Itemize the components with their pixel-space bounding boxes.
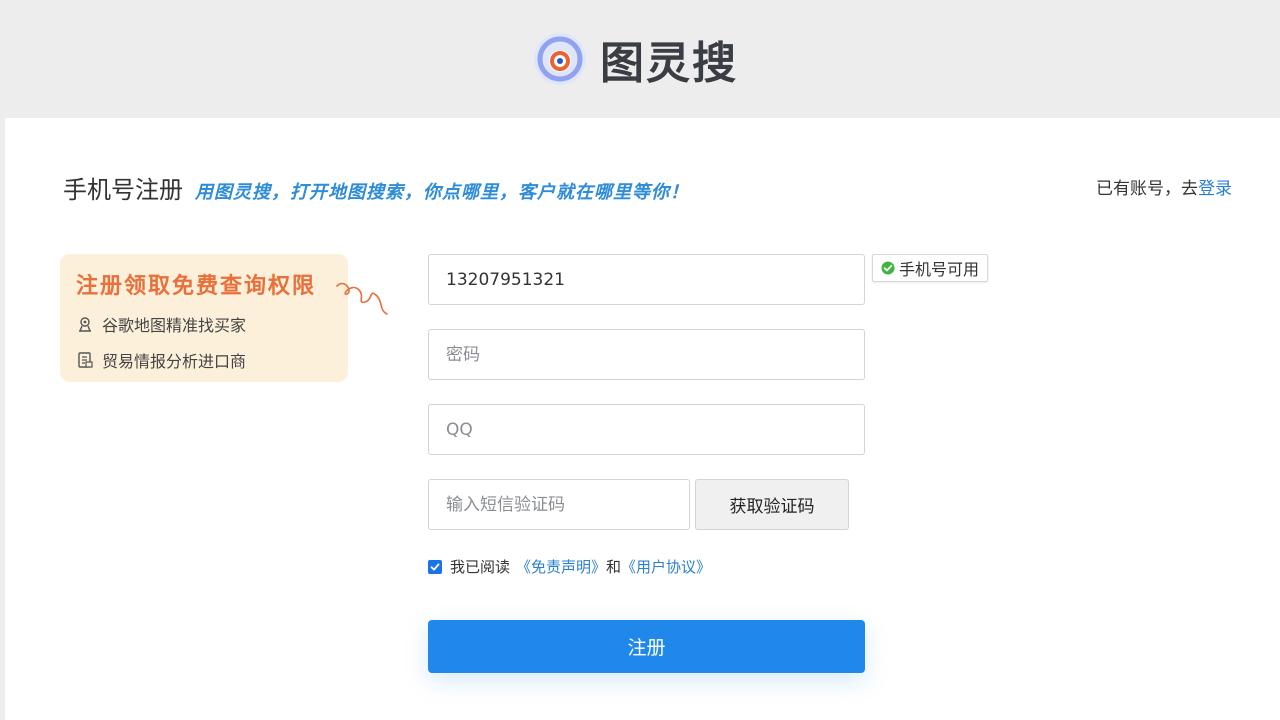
promo-item-label: 贸易情报分析进口商 [102, 352, 247, 371]
page-title: 手机号注册 [63, 176, 183, 204]
check-icon [430, 563, 440, 570]
qq-input[interactable] [428, 404, 865, 455]
login-link[interactable]: 登录 [1198, 179, 1232, 199]
document-icon [78, 352, 93, 368]
agreement-row: 我已阅读 《免责声明》 和 《用户协议》 [428, 556, 711, 577]
agreement-joiner: 和 [606, 558, 622, 576]
agreement-checkbox[interactable] [428, 559, 442, 574]
title-row: 手机号注册 用图灵搜，打开地图搜索，你点哪里，客户就在哪里等你！ [63, 170, 689, 205]
logo[interactable]: 图灵搜 [532, 27, 738, 91]
logo-text: 图灵搜 [600, 38, 738, 89]
check-circle-icon [881, 261, 895, 275]
user-agreement-link[interactable]: 《用户协议》 [621, 556, 711, 577]
phone-status-badge: 手机号可用 [872, 254, 989, 282]
get-sms-code-button[interactable]: 获取验证码 [695, 479, 849, 530]
agreement-prefix: 我已阅读 [450, 558, 511, 576]
header: 图灵搜 [0, 0, 1280, 118]
password-input[interactable] [428, 329, 865, 380]
map-pin-icon [79, 317, 91, 332]
login-hint: 已有账号，去登录 [1096, 174, 1232, 199]
disclaimer-link[interactable]: 《免责声明》 [516, 556, 606, 577]
promo-item: 谷歌地图精准找买家 [76, 312, 348, 336]
promo-item: 贸易情报分析进口商 [76, 348, 348, 372]
promo-title: 注册领取免费查询权限 [76, 273, 317, 299]
register-button[interactable]: 注册 [428, 620, 865, 673]
login-hint-prefix: 已有账号，去 [1096, 179, 1198, 199]
promo-item-label: 谷歌地图精准找买家 [102, 316, 247, 335]
sms-code-input[interactable] [428, 479, 690, 530]
register-card: 手机号注册 用图灵搜，打开地图搜索，你点哪里，客户就在哪里等你！ 已有账号，去登… [5, 118, 1280, 720]
logo-icon [534, 33, 586, 85]
phone-status-text: 手机号可用 [899, 260, 980, 279]
phone-input[interactable] [428, 254, 865, 305]
promo-box: 注册领取免费查询权限 谷歌地图精准找买家 贸易情报分析进口商 [60, 254, 348, 382]
squiggle-decoration [336, 282, 388, 315]
slogan: 用图灵搜，打开地图搜索，你点哪里，客户就在哪里等你！ [195, 182, 689, 203]
